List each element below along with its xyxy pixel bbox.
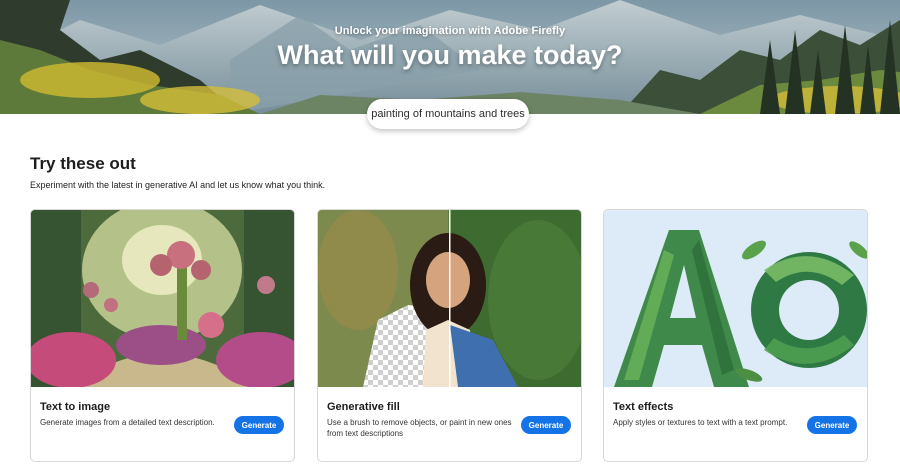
card-description: Generate images from a detailed text des… [40,418,215,427]
generate-button[interactable]: Generate [807,416,857,434]
leaf-letters-thumbnail [604,210,867,387]
generate-button[interactable]: Generate [234,416,284,434]
card-title: Text effects [613,401,674,413]
hero-banner: Unlock your imagination with Adobe Firef… [0,0,900,114]
card-description: Use a brush to remove objects, or paint … [327,418,512,438]
prompt-input[interactable]: painting of mountains and trees [367,99,529,129]
section-subtitle: Experiment with the latest in generative… [30,180,326,190]
hero-subtitle: Unlock your imagination with Adobe Firef… [334,25,566,37]
generate-button[interactable]: Generate [521,416,571,434]
card-text-effects[interactable]: Text effects Apply styles or textures to… [603,209,868,462]
hero-title: What will you make today? [277,40,623,70]
fantasy-garden-thumbnail [31,210,294,387]
portrait-fill-thumbnail [318,210,581,387]
card-generative-fill[interactable]: Generative fill Use a brush to remove ob… [317,209,582,462]
card-description: Apply styles or textures to text with a … [613,418,788,427]
section-title: Try these out [30,154,136,173]
card-text-to-image[interactable]: Text to image Generate images from a det… [30,209,295,462]
card-title: Text to image [40,401,111,413]
card-title: Generative fill [327,401,400,413]
